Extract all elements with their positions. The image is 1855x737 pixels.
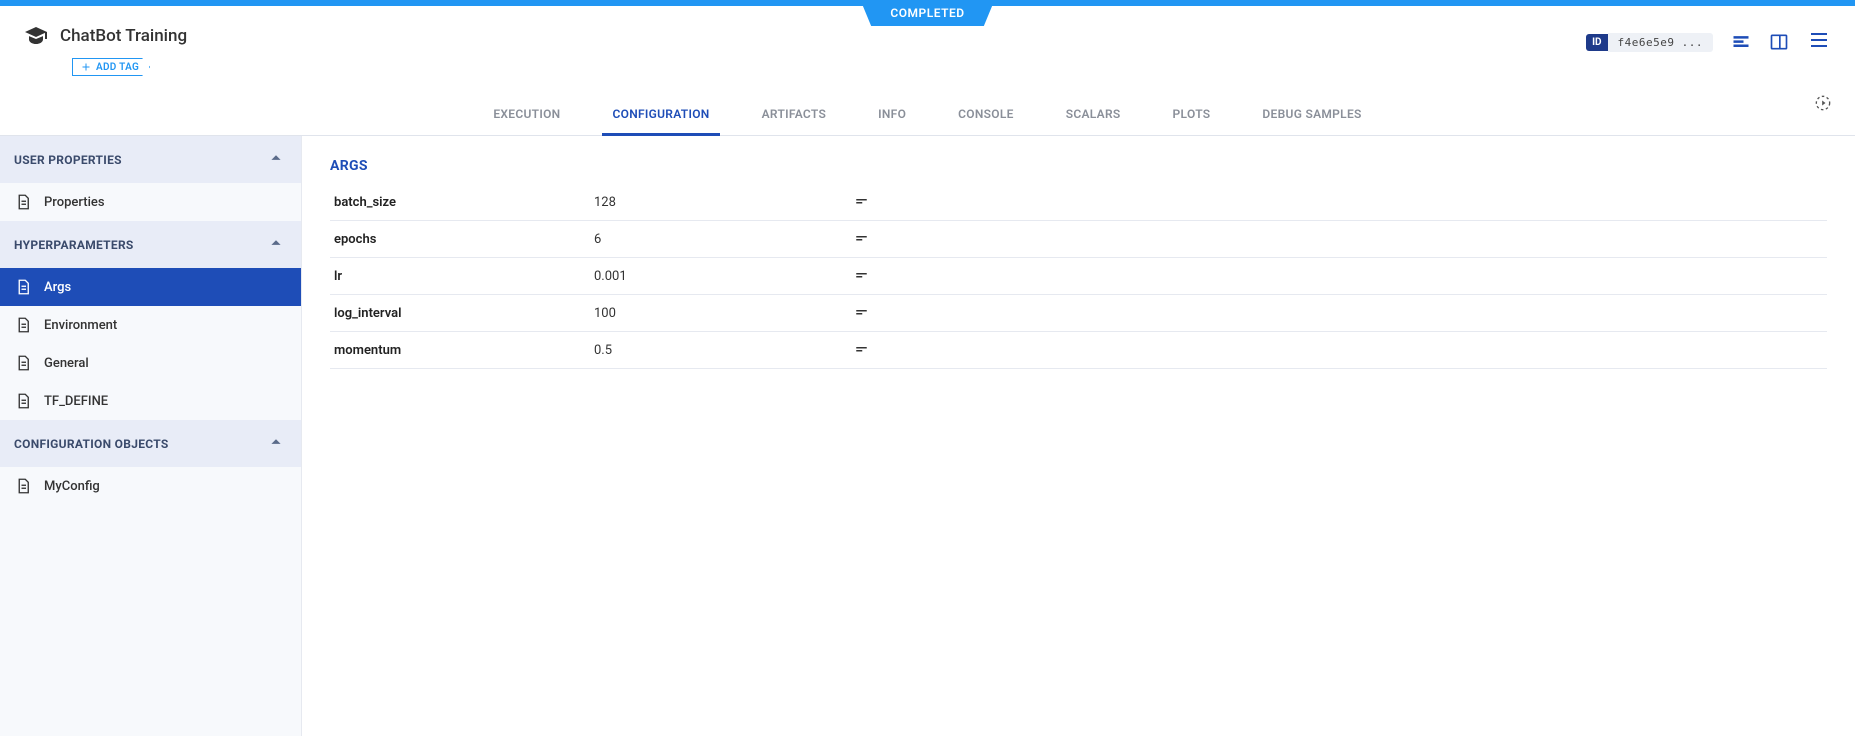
- document-icon: [14, 354, 32, 372]
- graduation-cap-icon: [24, 24, 48, 48]
- menu-icon[interactable]: [1807, 28, 1831, 56]
- notes-icon[interactable]: [854, 341, 1823, 359]
- main-panel: ARGS batch_size 128 epochs 6 lr 0.001 lo…: [302, 136, 1855, 736]
- tab-execution[interactable]: EXECUTION: [491, 95, 562, 135]
- sidebar-item-environment[interactable]: Environment: [0, 306, 301, 344]
- status-badge: COMPLETED: [860, 0, 994, 26]
- sidebar-section-label: HYPERPARAMETERS: [14, 238, 134, 252]
- arg-row: lr 0.001: [330, 258, 1827, 295]
- sidebar-item-properties[interactable]: Properties: [0, 183, 301, 221]
- sidebar-item-tf-define[interactable]: TF_DEFINE: [0, 382, 301, 420]
- sidebar-section-label: CONFIGURATION OBJECTS: [14, 437, 169, 451]
- tab-debug-samples[interactable]: DEBUG SAMPLES: [1260, 95, 1363, 135]
- sidebar-item-general[interactable]: General: [0, 344, 301, 382]
- notes-icon[interactable]: [854, 230, 1823, 248]
- sidebar-item-label: General: [44, 356, 89, 371]
- page-title: ChatBot Training: [60, 26, 187, 46]
- sidebar-item-label: Properties: [44, 195, 105, 210]
- add-tag-button[interactable]: ADD TAG: [72, 58, 150, 76]
- arg-key: momentum: [334, 343, 594, 358]
- document-icon: [14, 193, 32, 211]
- sidebar: USER PROPERTIES Properties HYPERPARAMETE…: [0, 136, 302, 736]
- arg-value: 6: [594, 232, 854, 247]
- id-chip[interactable]: ID f4e6e5e9 ...: [1586, 33, 1713, 52]
- sidebar-section-hyperparameters[interactable]: HYPERPARAMETERS: [0, 221, 301, 268]
- arg-row: log_interval 100: [330, 295, 1827, 332]
- arg-value: 0.5: [594, 343, 854, 358]
- panel-view-icon[interactable]: [1769, 32, 1789, 52]
- tab-info[interactable]: INFO: [876, 95, 908, 135]
- arg-key: lr: [334, 269, 594, 284]
- arg-row: momentum 0.5: [330, 332, 1827, 369]
- document-icon: [14, 477, 32, 495]
- document-icon: [14, 392, 32, 410]
- details-icon[interactable]: [1731, 32, 1751, 52]
- notes-icon[interactable]: [854, 193, 1823, 211]
- tab-scalars[interactable]: SCALARS: [1064, 95, 1123, 135]
- id-chip-label: ID: [1586, 34, 1607, 51]
- sidebar-section-label: USER PROPERTIES: [14, 153, 122, 167]
- sidebar-section-configuration-objects[interactable]: CONFIGURATION OBJECTS: [0, 420, 301, 467]
- sidebar-item-label: TF_DEFINE: [44, 394, 108, 409]
- tab-plots[interactable]: PLOTS: [1171, 95, 1213, 135]
- id-chip-value: f4e6e5e9 ...: [1608, 33, 1713, 52]
- sidebar-item-args[interactable]: Args: [0, 268, 301, 306]
- chevron-up-icon: [265, 431, 287, 456]
- chevron-up-icon: [265, 232, 287, 257]
- arg-key: log_interval: [334, 306, 594, 321]
- sidebar-item-label: Environment: [44, 318, 117, 333]
- sidebar-item-label: MyConfig: [44, 479, 100, 494]
- arg-value: 128: [594, 195, 854, 210]
- sidebar-item-myconfig[interactable]: MyConfig: [0, 467, 301, 505]
- arg-key: epochs: [334, 232, 594, 247]
- tabs: EXECUTION CONFIGURATION ARTIFACTS INFO C…: [0, 83, 1855, 136]
- add-tag-label: ADD TAG: [96, 62, 139, 73]
- arg-key: batch_size: [334, 195, 594, 210]
- sidebar-section-user-properties[interactable]: USER PROPERTIES: [0, 136, 301, 183]
- chevron-up-icon: [265, 147, 287, 172]
- notes-icon[interactable]: [854, 267, 1823, 285]
- notes-icon[interactable]: [854, 304, 1823, 322]
- tab-artifacts[interactable]: ARTIFACTS: [760, 95, 829, 135]
- arg-row: batch_size 128: [330, 184, 1827, 221]
- document-icon: [14, 316, 32, 334]
- arg-value: 0.001: [594, 269, 854, 284]
- args-table: batch_size 128 epochs 6 lr 0.001 log_int…: [330, 184, 1827, 369]
- plus-icon: [80, 61, 92, 73]
- tab-configuration[interactable]: CONFIGURATION: [610, 95, 711, 135]
- sidebar-item-label: Args: [44, 280, 71, 295]
- section-title: ARGS: [330, 158, 1827, 174]
- arg-row: epochs 6: [330, 221, 1827, 258]
- arg-value: 100: [594, 306, 854, 321]
- document-icon: [14, 278, 32, 296]
- refresh-icon[interactable]: [1813, 93, 1833, 117]
- tab-console[interactable]: CONSOLE: [956, 95, 1016, 135]
